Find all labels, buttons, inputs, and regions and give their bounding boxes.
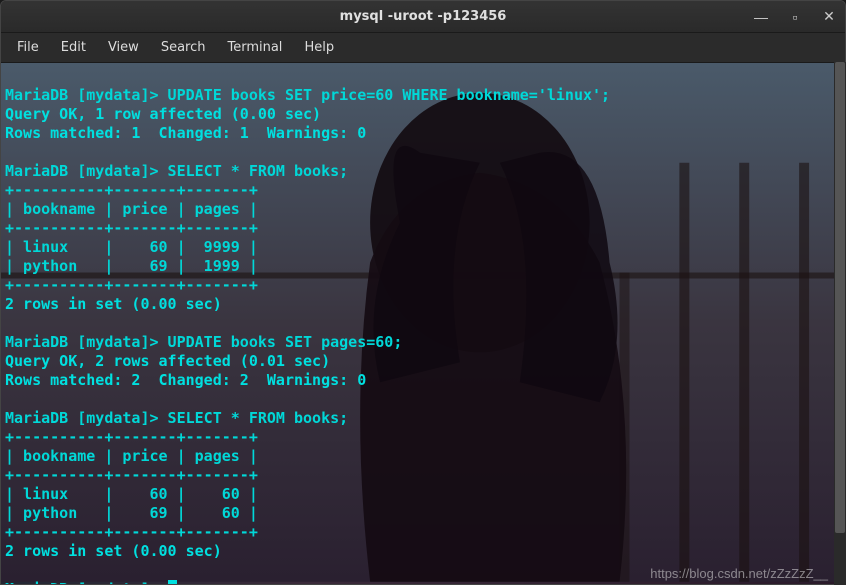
menu-view[interactable]: View: [98, 36, 149, 59]
scrollbar[interactable]: [834, 62, 846, 585]
term-line: Rows matched: 2 Changed: 2 Warnings: 0: [5, 371, 366, 389]
window-title: mysql -uroot -p123456: [340, 9, 507, 24]
minimize-button[interactable]: —: [751, 9, 771, 25]
term-prompt: MariaDB [mydata]>: [5, 580, 168, 584]
term-line: | linux | 60 | 9999 |: [5, 238, 258, 256]
term-line: +----------+-------+-------+: [5, 181, 258, 199]
term-line: +----------+-------+-------+: [5, 466, 258, 484]
term-line: | linux | 60 | 60 |: [5, 485, 258, 503]
maximize-button[interactable]: ▫: [785, 9, 805, 25]
term-line: Query OK, 2 rows affected (0.01 sec): [5, 352, 330, 370]
term-line: +----------+-------+-------+: [5, 428, 258, 446]
term-line: MariaDB [mydata]> SELECT * FROM books;: [5, 162, 348, 180]
term-line: Rows matched: 1 Changed: 1 Warnings: 0: [5, 124, 366, 142]
term-line: +----------+-------+-------+: [5, 219, 258, 237]
term-line: 2 rows in set (0.00 sec): [5, 542, 222, 560]
menu-terminal[interactable]: Terminal: [217, 36, 292, 59]
term-line: +----------+-------+-------+: [5, 523, 258, 541]
close-button[interactable]: ✕: [819, 8, 839, 25]
term-line: | python | 69 | 60 |: [5, 504, 258, 522]
menubar: File Edit View Search Terminal Help: [1, 33, 845, 63]
term-line: MariaDB [mydata]> SELECT * FROM books;: [5, 409, 348, 427]
term-line: +----------+-------+-------+: [5, 276, 258, 294]
term-line: 2 rows in set (0.00 sec): [5, 295, 222, 313]
term-line: | python | 69 | 1999 |: [5, 257, 258, 275]
scrollbar-thumb[interactable]: [835, 62, 845, 533]
term-line: | bookname | price | pages |: [5, 200, 258, 218]
menu-search[interactable]: Search: [151, 36, 216, 59]
terminal-window: mysql -uroot -p123456 — ▫ ✕ File Edit Vi…: [0, 0, 846, 585]
menu-file[interactable]: File: [7, 36, 49, 59]
term-line: | bookname | price | pages |: [5, 447, 258, 465]
term-line: MariaDB [mydata]> UPDATE books SET pages…: [5, 333, 402, 351]
term-line: MariaDB [mydata]> UPDATE books SET price…: [5, 86, 610, 104]
term-line: Query OK, 1 row affected (0.00 sec): [5, 105, 321, 123]
terminal-output: MariaDB [mydata]> UPDATE books SET price…: [1, 63, 845, 584]
cursor-icon: [168, 580, 177, 584]
titlebar: mysql -uroot -p123456 — ▫ ✕: [1, 1, 845, 33]
menu-help[interactable]: Help: [294, 36, 344, 59]
menu-edit[interactable]: Edit: [51, 36, 96, 59]
terminal-body[interactable]: MariaDB [mydata]> UPDATE books SET price…: [1, 63, 845, 584]
window-controls: — ▫ ✕: [751, 1, 839, 32]
watermark: https://blog.csdn.net/zZzZzZ__: [650, 566, 828, 581]
